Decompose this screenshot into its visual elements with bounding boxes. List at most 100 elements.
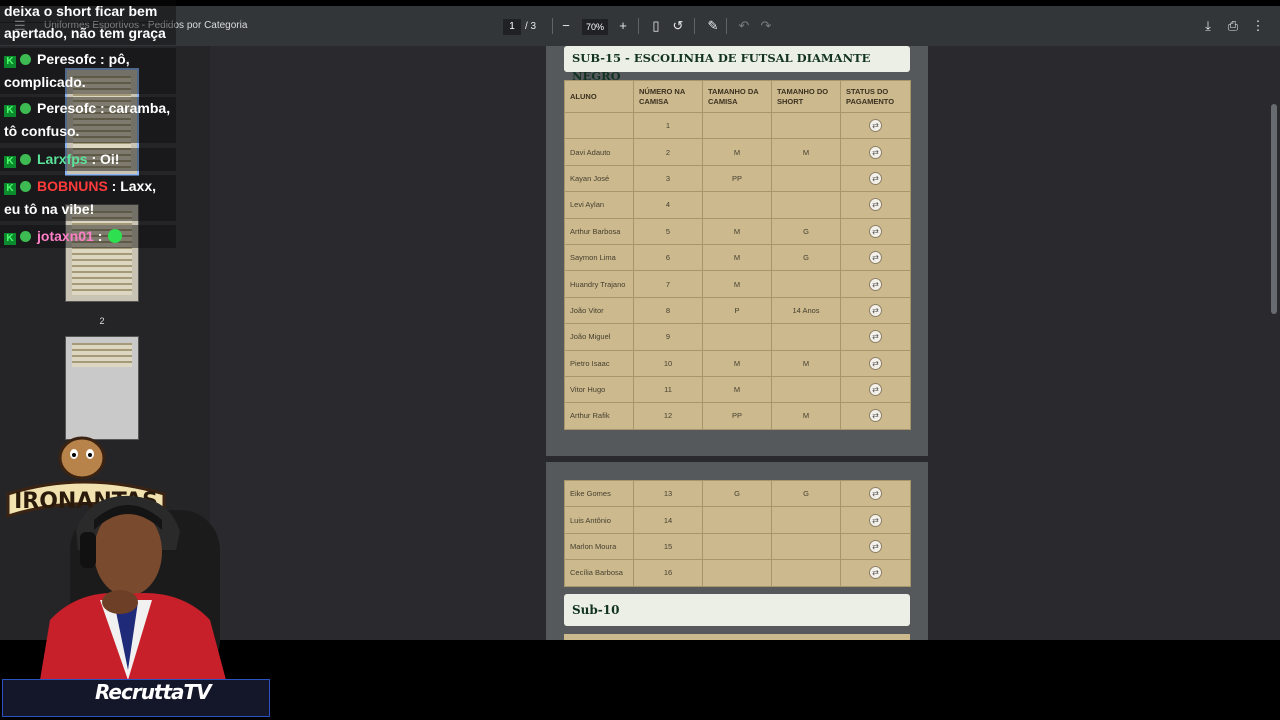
chat-text: : — [97, 228, 103, 244]
chat-text: apertado, não tem graça — [4, 25, 166, 41]
short-size-cell — [771, 506, 841, 534]
shirt-number-cell: 13 — [633, 479, 703, 508]
short-size-cell: M — [771, 402, 841, 430]
payment-status-cell: ⇄ — [840, 532, 911, 561]
chat-text: : Laxx, — [111, 178, 157, 194]
page-thumbnail-3[interactable] — [65, 336, 139, 440]
toolbar-divider — [726, 18, 727, 34]
chat-username[interactable]: Peresofc — [37, 100, 96, 116]
payment-status-icon[interactable]: ⇄ — [869, 251, 882, 265]
student-name-cell: Pietro Isaac — [564, 349, 634, 377]
redo-icon[interactable]: ↷ — [757, 17, 775, 35]
payment-status-icon[interactable]: ⇄ — [869, 539, 882, 553]
payment-status-icon[interactable]: ⇄ — [869, 409, 882, 423]
page-number-input[interactable]: 1 — [503, 19, 521, 35]
chat-message: K Peresofc : caramba, — [0, 97, 176, 120]
chat-text: tô confuso. — [4, 123, 80, 139]
payment-status-cell: ⇄ — [840, 111, 911, 140]
more-vert-icon[interactable]: ⋮ — [1249, 17, 1267, 35]
payment-status-cell: ⇄ — [840, 506, 911, 534]
chat-username[interactable]: Larxfps — [37, 151, 88, 167]
chat-message: K BOBNUNS : Laxx, — [0, 175, 176, 198]
payment-status-icon[interactable]: ⇄ — [869, 224, 882, 238]
vertical-scrollbar[interactable] — [1268, 46, 1280, 640]
rotate-icon[interactable]: ↺ — [669, 17, 687, 35]
kick-badge-icon: K — [4, 156, 16, 168]
payment-status-icon[interactable]: ⇄ — [869, 356, 882, 370]
chat-message: complicado. — [0, 71, 176, 94]
payment-status-icon[interactable]: ⇄ — [869, 171, 882, 185]
payment-status-icon[interactable]: ⇄ — [869, 487, 882, 501]
download-icon[interactable]: ⤓ — [1199, 17, 1217, 35]
student-name-cell: João Vitor — [564, 296, 634, 325]
shirt-size-cell: M — [702, 270, 772, 298]
shirt-number-cell: 1 — [633, 111, 703, 140]
verified-badge-icon — [20, 103, 31, 114]
chat-text: : caramba, — [100, 100, 171, 116]
short-size-cell: 14 Anos — [771, 296, 841, 325]
short-size-cell — [771, 375, 841, 404]
fit-page-icon[interactable]: ▯ — [647, 17, 665, 35]
payment-status-cell: ⇄ — [840, 270, 911, 298]
emote-icon — [108, 229, 123, 243]
undo-icon[interactable]: ↶ — [735, 17, 753, 35]
shirt-size-cell: G — [702, 479, 772, 508]
table-row: João Miguel 9 ⇄ — [564, 323, 911, 351]
short-size-cell — [771, 323, 841, 351]
column-header: STATUS DO PAGAMENTO — [840, 80, 911, 113]
short-size-cell — [771, 532, 841, 561]
student-name-cell: Arthur Barbosa — [564, 217, 634, 245]
short-size-cell: M — [771, 349, 841, 377]
table-row: Levi Aylan 4 ⇄ — [564, 191, 911, 219]
payment-status-icon[interactable]: ⇄ — [869, 383, 882, 397]
shirt-size-cell — [702, 111, 772, 140]
print-icon[interactable]: ⎙ — [1224, 17, 1242, 35]
chat-text: complicado. — [4, 74, 86, 90]
shirt-number-cell: 6 — [633, 243, 703, 272]
student-name-cell: João Miguel — [564, 323, 634, 351]
toolbar-divider — [694, 18, 695, 34]
payment-status-icon[interactable]: ⇄ — [869, 145, 882, 159]
payment-status-icon[interactable]: ⇄ — [869, 566, 882, 580]
annotate-icon[interactable]: ✎ — [704, 17, 722, 35]
student-name-cell: Saymon Lima — [564, 243, 634, 272]
roster-table-sub10-edge — [564, 634, 910, 640]
kick-badge-icon: K — [4, 56, 16, 68]
payment-status-icon[interactable]: ⇄ — [869, 330, 882, 344]
payment-status-cell: ⇄ — [840, 296, 911, 325]
payment-status-icon[interactable]: ⇄ — [869, 198, 882, 212]
zoom-out-icon[interactable]: − — [557, 17, 575, 35]
payment-status-icon[interactable]: ⇄ — [869, 277, 882, 291]
shirt-number-cell: 10 — [633, 349, 703, 377]
shirt-number-cell: 15 — [633, 532, 703, 561]
table-row: Davi Adauto 2 M M ⇄ — [564, 138, 911, 166]
table-row: Saymon Lima 6 M G ⇄ — [564, 243, 911, 272]
table-row: Huandry Trajano 7 M ⇄ — [564, 270, 911, 298]
payment-status-cell: ⇄ — [840, 349, 911, 377]
shirt-size-cell: P — [702, 296, 772, 325]
chat-username[interactable]: Peresofc — [37, 51, 96, 67]
table-row: Arthur Rafik 12 PP M ⇄ — [564, 402, 911, 430]
short-size-cell — [771, 191, 841, 219]
section-title-sub10: Sub-10 — [564, 594, 910, 626]
chat-username[interactable]: BOBNUNS — [37, 178, 108, 194]
toolbar-divider — [638, 18, 639, 34]
verified-badge-icon — [20, 181, 31, 192]
student-name-cell: Kayan José — [564, 164, 634, 193]
payment-status-icon[interactable]: ⇄ — [869, 513, 882, 527]
zoom-in-icon[interactable]: + — [614, 17, 632, 35]
table-row: Arthur Barbosa 5 M G ⇄ — [564, 217, 911, 245]
shirt-size-cell: PP — [702, 402, 772, 430]
shirt-size-cell: M — [702, 138, 772, 166]
shirt-size-cell — [702, 532, 772, 561]
scrollbar-thumb[interactable] — [1271, 104, 1277, 314]
brand-logo-text: RecruttaTV — [95, 680, 212, 704]
chat-username[interactable]: jotaxn01 — [37, 228, 94, 244]
page-total: / 3 — [525, 21, 537, 32]
chat-message: eu tô na vibe! — [0, 198, 176, 221]
payment-status-icon[interactable]: ⇄ — [869, 303, 882, 317]
short-size-cell — [771, 270, 841, 298]
roster-table-continued: Eike Gomes 13 G G ⇄ Luis Antônio 14 ⇄ Marlon Mou… — [564, 479, 911, 587]
zoom-input[interactable]: 70% — [582, 19, 608, 35]
payment-status-icon[interactable]: ⇄ — [869, 119, 882, 133]
